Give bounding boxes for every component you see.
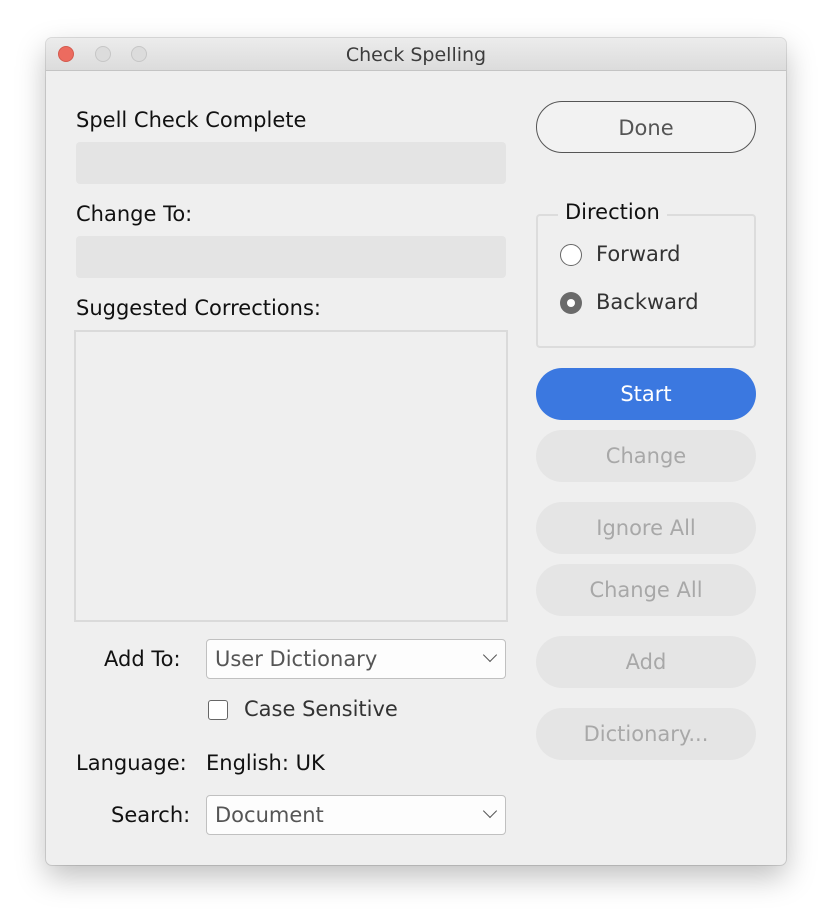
backward-radio[interactable] (560, 292, 582, 314)
direction-legend: Direction (558, 200, 667, 224)
suggestions-label: Suggested Corrections: (76, 296, 321, 320)
start-button[interactable]: Start (536, 368, 756, 420)
language-value: English: UK (206, 751, 325, 775)
change-all-button[interactable]: Change All (536, 564, 756, 616)
done-button[interactable]: Done (536, 101, 756, 153)
status-field (76, 142, 506, 184)
add-button[interactable]: Add (536, 636, 756, 688)
language-label: Language: (76, 751, 187, 775)
backward-radio-label: Backward (596, 290, 699, 314)
forward-radio[interactable] (560, 244, 582, 266)
add-to-value: User Dictionary (215, 647, 378, 671)
search-select[interactable]: Document (206, 795, 506, 835)
search-value: Document (215, 803, 324, 827)
forward-radio-label: Forward (596, 242, 681, 266)
check-spelling-dialog: Check Spelling Spell Check Complete Chan… (46, 38, 786, 865)
status-label: Spell Check Complete (76, 108, 307, 132)
change-to-input[interactable] (76, 236, 506, 278)
change-button[interactable]: Change (536, 430, 756, 482)
add-to-label: Add To: (104, 647, 181, 671)
change-to-label: Change To: (76, 202, 193, 226)
chevron-down-icon (482, 803, 498, 819)
ignore-all-button[interactable]: Ignore All (536, 502, 756, 554)
title-bar: Check Spelling (46, 38, 786, 71)
suggestions-list[interactable] (74, 330, 508, 622)
window-title: Check Spelling (345, 44, 487, 66)
dictionary-button[interactable]: Dictionary... (536, 708, 756, 760)
add-to-select[interactable]: User Dictionary (206, 639, 506, 679)
chevron-down-icon (482, 647, 498, 663)
case-sensitive-label: Case Sensitive (244, 697, 398, 721)
case-sensitive-checkbox[interactable] (208, 700, 228, 720)
search-label: Search: (111, 803, 191, 827)
direction-group: Direction Forward Backward (536, 200, 756, 348)
